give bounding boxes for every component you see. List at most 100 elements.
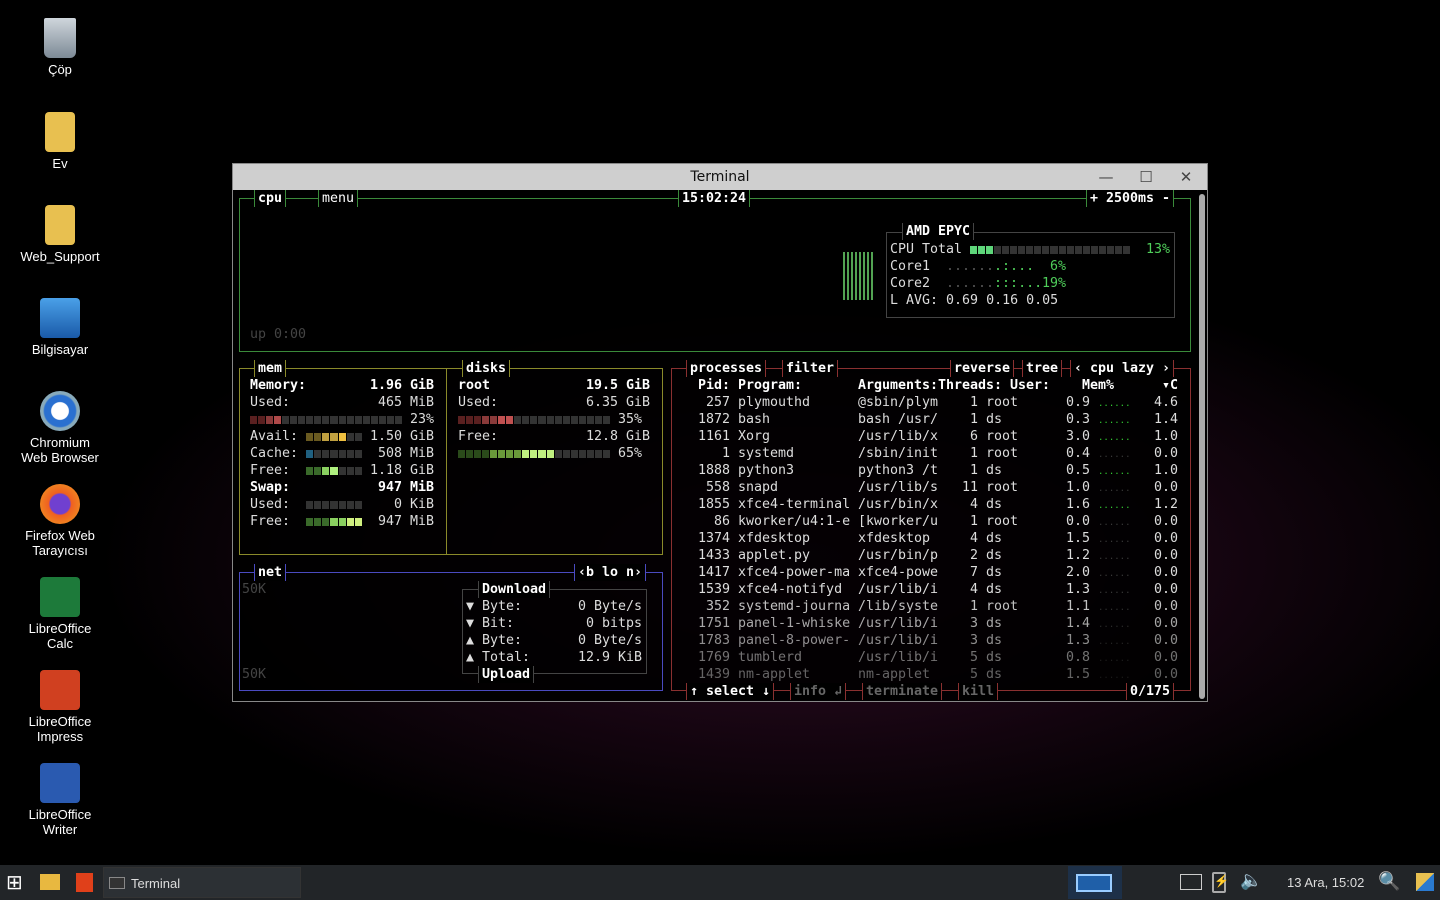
- desktop-icon-home[interactable]: Ev: [10, 112, 110, 171]
- office-icon[interactable]: [76, 873, 93, 892]
- menu-button[interactable]: menu: [318, 190, 359, 207]
- header-threads[interactable]: Threads:: [938, 377, 1002, 394]
- bar-cell: [986, 246, 994, 254]
- icon-label: Ev: [52, 156, 68, 171]
- task-label: Terminal: [131, 876, 181, 891]
- process-cpu-graph: ......: [1098, 450, 1131, 460]
- header-program[interactable]: Program:: [738, 377, 802, 394]
- workspace-switcher[interactable]: [1068, 866, 1122, 899]
- desktop-icon-web-support[interactable]: Web_Support: [10, 205, 110, 264]
- process-pid: 1751: [697, 616, 730, 631]
- core1-label: Core1: [890, 259, 931, 274]
- process-cpu-graph: ......: [1098, 467, 1131, 477]
- bar-cell: [1090, 246, 1098, 254]
- header-args[interactable]: Arguments:: [858, 377, 938, 394]
- process-user: root: [986, 395, 1019, 410]
- tree-button[interactable]: tree: [1022, 360, 1063, 377]
- kill-button[interactable]: kill: [958, 683, 999, 700]
- process-mem: 0.3: [1065, 412, 1090, 427]
- clock[interactable]: 13 Ara, 15:02: [1287, 875, 1364, 890]
- desktop-icon-impress[interactable]: LibreOffice Impress: [10, 670, 110, 744]
- mem-bar: [306, 467, 362, 475]
- net-stat-label: ▲ Total:: [466, 650, 531, 665]
- header-cpu[interactable]: ▾C: [1162, 377, 1178, 394]
- bar-cell: [282, 416, 290, 424]
- desktop-icon-chromium[interactable]: Chromium Web Browser: [10, 391, 110, 465]
- process-program: xfce4-power-ma: [738, 565, 851, 580]
- process-pid: 1855: [697, 497, 730, 512]
- mem-disks-divider: [446, 368, 447, 555]
- process-cpu: 4.6: [1153, 395, 1178, 410]
- cpu-tab[interactable]: cpu: [254, 190, 287, 207]
- bar-cell: [394, 416, 402, 424]
- select-button[interactable]: ↑ select ↓: [686, 683, 775, 700]
- process-program: python3: [738, 463, 795, 478]
- process-cpu-graph: ......: [1098, 654, 1131, 664]
- process-cpu: 0.0: [1153, 531, 1178, 546]
- desktop-icon-trash[interactable]: Çöp: [10, 18, 110, 77]
- bar-cell: [338, 518, 346, 526]
- bar-cell: [562, 450, 570, 458]
- cpu-total-bar: [970, 246, 1130, 254]
- processes-tab[interactable]: processes: [686, 360, 767, 377]
- process-threads: 7: [969, 565, 978, 580]
- bar-cell: [338, 501, 346, 509]
- reverse-button[interactable]: reverse: [950, 360, 1015, 377]
- process-args: xfce4-powe: [858, 565, 939, 580]
- mem-bar: [306, 433, 362, 441]
- firefox-icon: [40, 484, 80, 524]
- process-cpu: 0.0: [1153, 446, 1178, 461]
- process-threads: 6: [969, 429, 978, 444]
- start-menu-icon[interactable]: ⊞: [6, 873, 23, 893]
- minimize-button[interactable]: —: [1091, 164, 1121, 190]
- cpu-total-label: CPU Total: [890, 242, 963, 257]
- process-mem: 0.8: [1065, 650, 1090, 665]
- bar-cell: [474, 416, 482, 424]
- sort-selector[interactable]: ‹ cpu lazy ›: [1070, 360, 1175, 377]
- header-mem[interactable]: Mem%: [1082, 377, 1114, 394]
- workspace-1[interactable]: [1076, 874, 1112, 892]
- bar-cell: [250, 416, 258, 424]
- mem-tab[interactable]: mem: [254, 360, 287, 377]
- desktop-icon-calc[interactable]: LibreOffice Calc: [10, 577, 110, 651]
- net-interface-selector[interactable]: ‹b lo n›: [574, 564, 647, 581]
- process-mem: 1.4: [1065, 616, 1090, 631]
- desktop-icon-firefox[interactable]: Firefox Web Tarayıcısı: [10, 484, 110, 558]
- chromium-icon: [40, 391, 80, 431]
- show-desktop-icon[interactable]: [1416, 873, 1434, 891]
- update-interval[interactable]: + 2500ms -: [1086, 190, 1175, 207]
- volume-icon[interactable]: 🔈: [1240, 870, 1262, 891]
- info-button[interactable]: info ↲: [790, 683, 847, 700]
- process-cpu: 0.0: [1153, 548, 1178, 563]
- close-button[interactable]: ✕: [1171, 164, 1201, 190]
- header-pid[interactable]: Pid:: [698, 377, 730, 394]
- network-icon[interactable]: [1180, 874, 1202, 890]
- process-row[interactable]: 1439 nm-applet nm-applet 5 ds 1.5...... 0.0: [0, 0, 1440, 682]
- mem-bar: [306, 450, 362, 458]
- taskbar-item-terminal[interactable]: Terminal: [103, 867, 301, 898]
- bar-cell: [1034, 246, 1042, 254]
- net-tab[interactable]: net: [254, 564, 287, 581]
- terminate-button[interactable]: terminate: [862, 683, 943, 700]
- desktop-icon-computer[interactable]: Bilgisayar: [10, 298, 110, 357]
- process-user: ds: [986, 616, 1003, 631]
- header-user[interactable]: User:: [1010, 377, 1050, 394]
- title-bar[interactable]: Terminal — ☐ ✕: [233, 164, 1207, 190]
- scrollbar[interactable]: [1199, 194, 1205, 699]
- process-mem: 3.0: [1065, 429, 1090, 444]
- process-threads: 1: [969, 446, 978, 461]
- bar-cell: [314, 433, 322, 441]
- desktop-icon-writer[interactable]: LibreOffice Writer: [10, 763, 110, 837]
- process-program: plymouthd: [738, 395, 811, 410]
- net-stat-label: ▼ Bit:: [466, 616, 515, 631]
- battery-icon[interactable]: ⚡: [1212, 872, 1229, 893]
- file-manager-icon[interactable]: [40, 874, 60, 890]
- process-args: /usr/lib/i: [858, 633, 939, 648]
- bar-cell: [1058, 246, 1066, 254]
- search-icon[interactable]: 🔍: [1378, 871, 1400, 892]
- filter-button[interactable]: filter: [782, 360, 839, 377]
- disks-tab[interactable]: disks: [462, 360, 511, 377]
- icon-label: Chromium Web Browser: [21, 435, 99, 465]
- bar-cell: [314, 467, 322, 475]
- maximize-button[interactable]: ☐: [1131, 164, 1161, 190]
